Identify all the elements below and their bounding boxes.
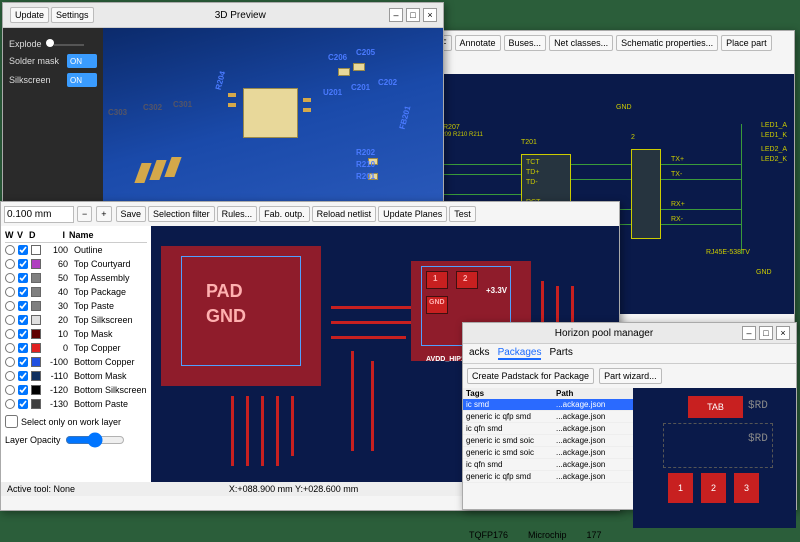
layer-row[interactable]: 60 Top Courtyard xyxy=(5,257,147,271)
close-button[interactable]: × xyxy=(776,326,790,340)
list-row[interactable]: generic ic qfp smd...ackage.json xyxy=(463,411,633,423)
status-tool: Active tool: None xyxy=(7,484,75,494)
window-title: Horizon pool manager xyxy=(469,328,739,339)
work-layer-only-checkbox[interactable] xyxy=(5,415,18,428)
explode-label: Explode xyxy=(9,39,42,49)
layer-row[interactable]: 40 Top Package xyxy=(5,285,147,299)
window-title: 3D Preview xyxy=(95,10,386,21)
layer-row[interactable]: 10 Top Mask xyxy=(5,327,147,341)
board-toolbar: − + SaveSelection filterRules...Fab. out… xyxy=(1,202,619,226)
settings-button[interactable]: Settings xyxy=(51,7,94,23)
status-coord: X:+088.900 mm Y:+028.600 mm xyxy=(229,484,358,494)
layer-row[interactable]: 30 Top Paste xyxy=(5,299,147,313)
sch-btn[interactable]: Place part xyxy=(721,35,772,51)
update-button[interactable]: Update xyxy=(10,7,49,23)
brd-btn[interactable]: Test xyxy=(449,206,476,222)
layer-row[interactable]: 50 Top Assembly xyxy=(5,271,147,285)
list-row[interactable]: generic ic smd soic...ackage.json xyxy=(463,447,633,459)
brd-btn[interactable]: Selection filter xyxy=(148,206,215,222)
tab-stacks[interactable]: acks xyxy=(469,347,490,360)
layers-panel: W V D I Name 100 Outline 60 Top Courtyar… xyxy=(1,226,151,482)
silkscreen-toggle[interactable]: ON xyxy=(67,73,97,87)
minimize-button[interactable]: – xyxy=(742,326,756,340)
silkscreen-label: Silkscreen xyxy=(9,75,51,85)
brd-btn[interactable]: Update Planes xyxy=(378,206,447,222)
grid-input[interactable] xyxy=(4,206,74,223)
sch-btn[interactable]: Buses... xyxy=(504,35,547,51)
schematic-toolbar: Export PDFAnnotateBuses...Net classes...… xyxy=(391,31,794,74)
list-row[interactable]: ic smd...ackage.json xyxy=(463,399,633,411)
sch-btn[interactable]: Annotate xyxy=(455,35,501,51)
window-pool-manager: Horizon pool manager – □ × acks Packages… xyxy=(462,322,797,510)
list-row[interactable]: ic qfn smd...ackage.json xyxy=(463,423,633,435)
list-row[interactable]: generic ic smd soic...ackage.json xyxy=(463,435,633,447)
window-3d-preview: Update Settings 3D Preview – □ × Explode… xyxy=(2,2,444,220)
package-list[interactable]: TagsPath ic smd...ackage.jsongeneric ic … xyxy=(463,388,633,528)
close-button[interactable]: × xyxy=(423,8,437,22)
layer-row[interactable]: -130 Bottom Paste xyxy=(5,397,147,411)
brd-btn[interactable]: Save xyxy=(116,206,147,222)
tab-parts[interactable]: Parts xyxy=(549,347,572,360)
maximize-button[interactable]: □ xyxy=(406,8,420,22)
sidebar-3d: Explode Solder mask ON Silkscreen ON xyxy=(3,28,103,218)
grid-minus[interactable]: − xyxy=(77,206,92,222)
titlebar[interactable]: Update Settings 3D Preview – □ × xyxy=(3,3,443,28)
footprint-preview[interactable]: TAB $RD $RD 1 2 3 xyxy=(633,388,796,528)
brd-btn[interactable]: Rules... xyxy=(217,206,258,222)
grid-plus[interactable]: + xyxy=(96,206,111,222)
tabs: acks Packages Parts xyxy=(463,344,796,364)
list-row[interactable]: ic qfn smd...ackage.json xyxy=(463,459,633,471)
layer-row[interactable]: 100 Outline xyxy=(5,243,147,257)
soldermask-label: Solder mask xyxy=(9,56,59,66)
status-bar: TQFP176 Microchip 177 xyxy=(463,528,796,542)
minimize-button[interactable]: – xyxy=(389,8,403,22)
soldermask-toggle[interactable]: ON xyxy=(67,54,97,68)
sch-btn[interactable]: Schematic properties... xyxy=(616,35,718,51)
part-wizard-button[interactable]: Part wizard... xyxy=(599,368,662,384)
canvas-3d[interactable]: C303 C302 C301 C206 C205 R204 U201 C201 … xyxy=(103,28,443,218)
layer-row[interactable]: -100 Bottom Copper xyxy=(5,355,147,369)
brd-btn[interactable]: Fab. outp. xyxy=(259,206,310,222)
list-row[interactable]: generic ic qfp smd...ackage.json xyxy=(463,471,633,483)
opacity-slider[interactable] xyxy=(65,432,125,448)
brd-btn[interactable]: Reload netlist xyxy=(312,206,377,222)
maximize-button[interactable]: □ xyxy=(759,326,773,340)
sch-btn[interactable]: Net classes... xyxy=(549,35,613,51)
tab-packages[interactable]: Packages xyxy=(498,347,542,360)
layer-row[interactable]: -120 Bottom Silkscreen xyxy=(5,383,147,397)
layer-row[interactable]: -110 Bottom Mask xyxy=(5,369,147,383)
layer-row[interactable]: 0 Top Copper xyxy=(5,341,147,355)
create-padstack-button[interactable]: Create Padstack for Package xyxy=(467,368,594,384)
titlebar[interactable]: Horizon pool manager – □ × xyxy=(463,323,796,344)
layer-row[interactable]: 20 Top Silkscreen xyxy=(5,313,147,327)
